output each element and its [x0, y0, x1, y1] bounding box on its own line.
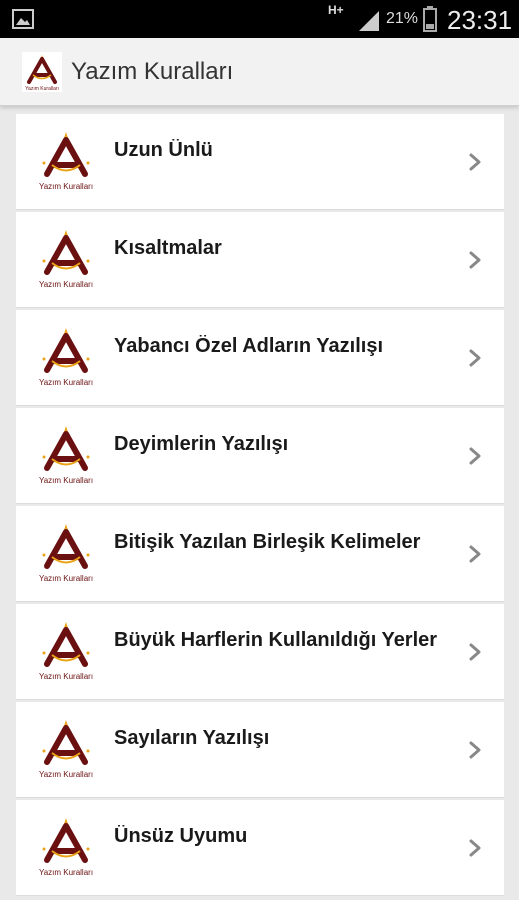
gallery-notification-icon	[12, 9, 34, 29]
list-item[interactable]: Yazım Kuralları Kısaltmalar	[16, 212, 504, 308]
signal-icon	[359, 11, 379, 31]
battery-icon	[423, 6, 437, 32]
chevron-right-icon	[469, 251, 481, 269]
svg-text:Yazım Kuralları: Yazım Kuralları	[39, 868, 93, 877]
list-item-label: Kısaltmalar	[114, 237, 222, 259]
app-logo-icon: Yazım Kuralları	[22, 52, 62, 92]
list-item[interactable]: Yazım Kuralları Uzun Ünlü	[16, 114, 504, 210]
list-item[interactable]: Yazım Kuralları Deyimlerin Yazılışı	[16, 408, 504, 504]
clock: 23:31	[447, 5, 513, 35]
svg-text:Yazım Kuralları: Yazım Kuralları	[39, 574, 93, 583]
list-item[interactable]: Yazım Kuralları Yabancı Özel Adların Yazı…	[16, 310, 504, 406]
list-item[interactable]: Yazım Kuralları Ünsüz Uyumu	[16, 800, 504, 896]
status-bar: H+ 21% 23:31	[0, 0, 519, 38]
rule-logo-icon: Yazım Kuralları	[39, 132, 93, 191]
app-title: Yazım Kuralları	[71, 58, 234, 85]
list-item-label: Uzun Ünlü	[114, 139, 213, 161]
battery-percent: 21%	[386, 10, 419, 27]
chevron-right-icon	[469, 349, 481, 367]
list-item-label: Ünsüz Uyumu	[114, 825, 248, 847]
rule-logo-icon: Yazım Kuralları	[39, 230, 93, 289]
svg-text:Yazım Kuralları: Yazım Kuralları	[25, 86, 59, 92]
list-item[interactable]: Yazım Kuralları Büyük Harflerin Kullanıld…	[16, 604, 504, 700]
svg-text:Yazım Kuralları: Yazım Kuralları	[39, 182, 93, 191]
svg-text:Yazım Kuralları: Yazım Kuralları	[39, 476, 93, 485]
list-item[interactable]: Yazım Kuralları Sayıların Yazılışı	[16, 702, 504, 798]
app-bar: Yazım Kuralları Yazım Kuralları	[0, 38, 519, 106]
svg-text:Yazım Kuralları: Yazım Kuralları	[39, 280, 93, 289]
list-item-label: Deyimlerin Yazılışı	[114, 433, 289, 455]
chevron-right-icon	[469, 153, 481, 171]
svg-text:Yazım Kuralları: Yazım Kuralları	[39, 378, 93, 387]
rule-logo-icon: Yazım Kuralları	[39, 524, 93, 583]
chevron-right-icon	[469, 643, 481, 661]
list-item-label: Bitişik Yazılan Birleşik Kelimeler	[114, 531, 421, 553]
rule-logo-icon: Yazım Kuralları	[39, 328, 93, 387]
list-item[interactable]: Yazım Kuralları Bitişik Yazılan Birleşik …	[16, 506, 504, 602]
rule-logo-icon: Yazım Kuralları	[39, 622, 93, 681]
chevron-right-icon	[469, 545, 481, 563]
svg-text:Yazım Kuralları: Yazım Kuralları	[39, 770, 93, 779]
svg-text:Yazım Kuralları: Yazım Kuralları	[39, 672, 93, 681]
chevron-right-icon	[469, 741, 481, 759]
list-item-label: Sayıların Yazılışı	[114, 727, 270, 749]
network-type: H+	[328, 3, 344, 17]
rule-logo-icon: Yazım Kuralları	[39, 818, 93, 877]
chevron-right-icon	[469, 447, 481, 465]
list-item-label: Yabancı Özel Adların Yazılışı	[114, 335, 384, 357]
rule-logo-icon: Yazım Kuralları	[39, 426, 93, 485]
rules-list: Yazım Kuralları Uzun Ünlü Yazım Kuralları K…	[16, 114, 504, 898]
chevron-right-icon	[469, 839, 481, 857]
rule-logo-icon: Yazım Kuralları	[39, 720, 93, 779]
list-item-label: Büyük Harflerin Kullanıldığı Yerler	[114, 629, 438, 651]
